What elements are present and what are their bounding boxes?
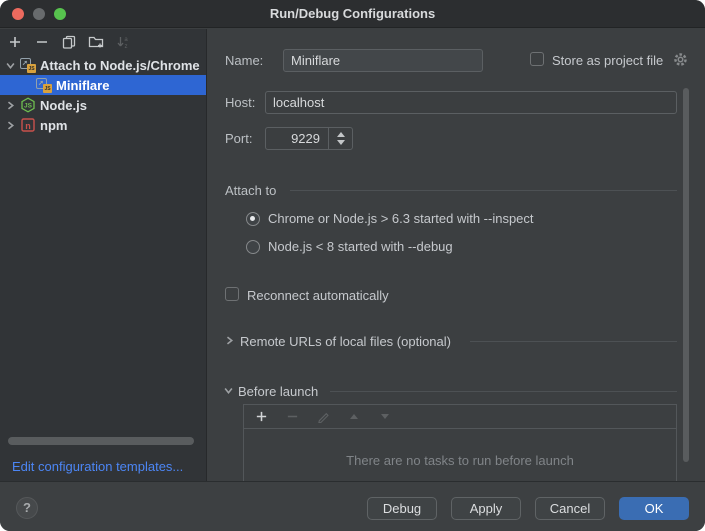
new-folder-icon[interactable] — [88, 34, 104, 50]
reconnect-automatically-checkbox[interactable] — [225, 287, 239, 301]
radio-chrome-inspect-label: Chrome or Node.js > 6.3 started with --i… — [268, 211, 534, 226]
svg-text:z: z — [125, 44, 128, 49]
radio-node-debug-label: Node.js < 8 started with --debug — [268, 239, 453, 254]
tree-item-label: Miniflare — [56, 78, 109, 93]
stepper-up-icon[interactable] — [337, 132, 345, 137]
before-launch-toolbar — [244, 405, 676, 429]
sidebar-toolbar: az — [7, 33, 131, 51]
host-input[interactable] — [265, 91, 677, 114]
svg-text:n: n — [25, 121, 31, 131]
apply-button[interactable]: Apply — [451, 497, 521, 520]
tree-item-attach-group[interactable]: ➚JS Attach to Node.js/Chrome — [0, 55, 206, 75]
host-label: Host: — [225, 95, 255, 110]
add-configuration-button[interactable] — [7, 34, 23, 50]
svg-text:a: a — [124, 37, 128, 43]
main-vertical-scrollbar[interactable] — [683, 88, 689, 462]
chevron-right-icon[interactable] — [6, 121, 16, 130]
titlebar: Run/Debug Configurations — [0, 0, 705, 28]
chevron-down-icon[interactable] — [224, 386, 233, 395]
section-divider — [330, 391, 677, 392]
tree-item-label: Attach to Node.js/Chrome — [40, 58, 200, 73]
nodejs-icon: JS — [20, 97, 36, 113]
configuration-form: Name: Store as project file Host: Port: … — [208, 29, 705, 481]
radio-node-debug[interactable] — [246, 240, 260, 254]
copy-configuration-icon[interactable] — [61, 34, 77, 50]
sidebar-horizontal-scrollbar[interactable] — [8, 437, 194, 445]
move-task-down-button[interactable] — [377, 409, 393, 425]
remove-configuration-button[interactable] — [34, 34, 50, 50]
section-divider — [470, 341, 677, 342]
attach-node-config-icon: ➚JS — [36, 77, 52, 93]
configurations-sidebar: az ➚JS Attach to Node.js/Chrome ➚JS Mini… — [0, 29, 207, 481]
move-task-up-button[interactable] — [346, 409, 362, 425]
port-stepper[interactable] — [328, 128, 352, 149]
ok-button[interactable]: OK — [619, 497, 689, 520]
tree-item-label: npm — [40, 118, 67, 133]
npm-icon: n — [20, 117, 36, 133]
attach-node-config-icon: ➚JS — [20, 57, 36, 73]
add-task-button[interactable] — [253, 409, 269, 425]
store-as-project-file-checkbox[interactable] — [530, 52, 544, 66]
before-launch-panel: There are no tasks to run before launch — [243, 404, 677, 481]
before-launch-empty-message: There are no tasks to run before launch — [244, 453, 676, 468]
tree-item-miniflare[interactable]: ➚JS Miniflare — [0, 75, 206, 95]
zoom-window-button[interactable] — [54, 8, 66, 20]
port-label: Port: — [225, 131, 252, 146]
stepper-down-icon[interactable] — [337, 140, 345, 145]
dialog-title: Run/Debug Configurations — [0, 0, 705, 28]
name-input[interactable] — [283, 49, 483, 72]
port-field — [265, 127, 353, 150]
gear-icon[interactable] — [673, 52, 688, 70]
sort-configurations-icon[interactable]: az — [115, 34, 131, 50]
help-button[interactable]: ? — [16, 497, 38, 519]
close-window-button[interactable] — [12, 8, 24, 20]
remote-urls-section-toggle[interactable]: Remote URLs of local files (optional) — [240, 334, 451, 349]
tree-item-label: Node.js — [40, 98, 87, 113]
before-launch-section-toggle[interactable]: Before launch — [238, 384, 318, 399]
remove-task-button[interactable] — [284, 409, 300, 425]
attach-to-section-label: Attach to — [225, 183, 276, 198]
chevron-right-icon[interactable] — [6, 101, 16, 110]
cancel-button[interactable]: Cancel — [535, 497, 605, 520]
edit-task-button[interactable] — [315, 409, 331, 425]
svg-text:JS: JS — [24, 103, 33, 110]
edit-configuration-templates-link[interactable]: Edit configuration templates... — [12, 459, 183, 474]
debug-button[interactable]: Debug — [367, 497, 437, 520]
chevron-down-icon[interactable] — [6, 61, 16, 70]
section-divider — [290, 190, 677, 191]
radio-chrome-inspect[interactable] — [246, 212, 260, 226]
store-as-project-file-label: Store as project file — [552, 53, 663, 68]
name-label: Name: — [225, 53, 263, 68]
tree-item-npm[interactable]: n npm — [0, 115, 206, 135]
tree-item-nodejs[interactable]: JS Node.js — [0, 95, 206, 115]
reconnect-automatically-label: Reconnect automatically — [247, 288, 389, 303]
chevron-right-icon[interactable] — [225, 336, 234, 345]
run-debug-configurations-dialog: Run/Debug Configurations az — [0, 0, 705, 531]
minimize-window-button[interactable] — [33, 8, 45, 20]
footer-bar: ? Debug Apply Cancel OK — [0, 481, 705, 531]
